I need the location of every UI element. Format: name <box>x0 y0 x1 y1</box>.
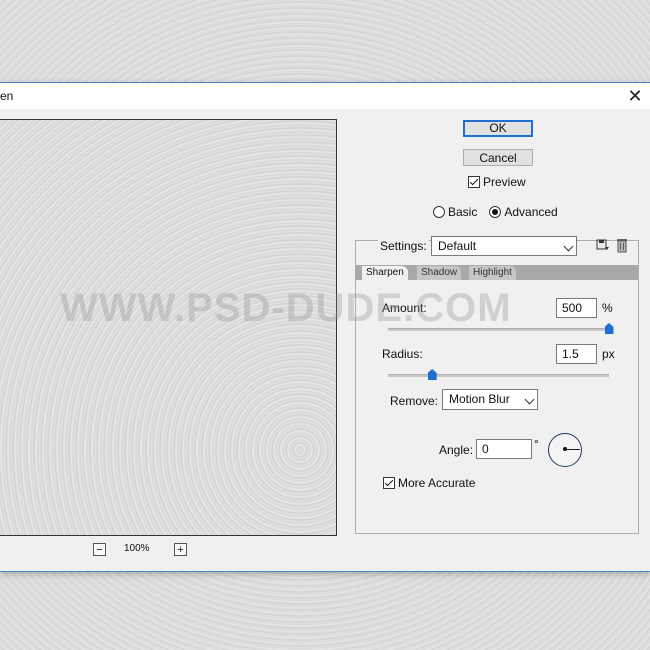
close-icon[interactable]: ✕ <box>624 85 646 107</box>
amount-input[interactable]: 500 <box>556 298 597 318</box>
preview-label: Preview <box>483 174 526 189</box>
chevron-down-icon <box>524 394 535 405</box>
amount-label: Amount: <box>382 301 427 315</box>
tab-sharpen[interactable]: Sharpen <box>362 266 408 280</box>
cancel-button[interactable]: Cancel <box>463 149 533 166</box>
delete-preset-icon[interactable] <box>616 237 628 253</box>
chevron-down-icon <box>563 241 574 252</box>
basic-radio[interactable] <box>433 205 445 218</box>
angle-label: Angle: <box>439 443 474 457</box>
smart-sharpen-dialog: en ✕ − 100% + OK Cancel Preview Basic Adv… <box>0 82 650 572</box>
remove-label: Remove: <box>390 394 439 408</box>
zoom-level: 100% <box>124 543 150 554</box>
preview-checkbox-row[interactable]: Preview <box>468 174 526 189</box>
angle-input[interactable]: 0 <box>476 439 532 459</box>
tab-highlight[interactable]: Highlight <box>469 266 516 280</box>
mode-radio-group: Basic Advanced <box>433 204 570 219</box>
amount-unit: % <box>602 301 613 315</box>
radius-slider-track[interactable] <box>388 374 609 377</box>
radius-unit: px <box>602 347 615 361</box>
more-accurate-checkbox[interactable] <box>383 476 395 489</box>
save-preset-icon[interactable] <box>596 238 610 252</box>
angle-unit: ° <box>534 437 539 451</box>
preview-checkbox[interactable] <box>468 175 480 188</box>
settings-value: Default <box>438 239 477 253</box>
more-accurate-row[interactable]: More Accurate <box>383 475 475 490</box>
amount-slider-track[interactable] <box>388 328 609 331</box>
more-accurate-label: More Accurate <box>398 475 476 490</box>
settings-dropdown[interactable]: Default <box>431 236 577 256</box>
ok-button[interactable]: OK <box>463 120 533 137</box>
advanced-label: Advanced <box>504 204 558 219</box>
radius-label: Radius: <box>382 347 423 361</box>
window-title: en <box>0 89 14 103</box>
radius-input[interactable]: 1.5 <box>556 344 597 364</box>
settings-label: Settings: <box>378 239 429 253</box>
preview-pane[interactable] <box>0 119 337 536</box>
basic-label: Basic <box>448 204 478 219</box>
angle-dial[interactable] <box>548 433 582 467</box>
tab-strip: Sharpen Shadow Highlight <box>356 265 638 280</box>
tab-shadow[interactable]: Shadow <box>417 266 462 280</box>
remove-dropdown[interactable]: Motion Blur <box>442 389 538 410</box>
zoom-in-button[interactable]: + <box>174 543 187 556</box>
title-bar: en ✕ <box>0 83 650 109</box>
advanced-radio[interactable] <box>489 205 502 218</box>
zoom-out-button[interactable]: − <box>93 543 106 556</box>
remove-value: Motion Blur <box>449 392 510 406</box>
